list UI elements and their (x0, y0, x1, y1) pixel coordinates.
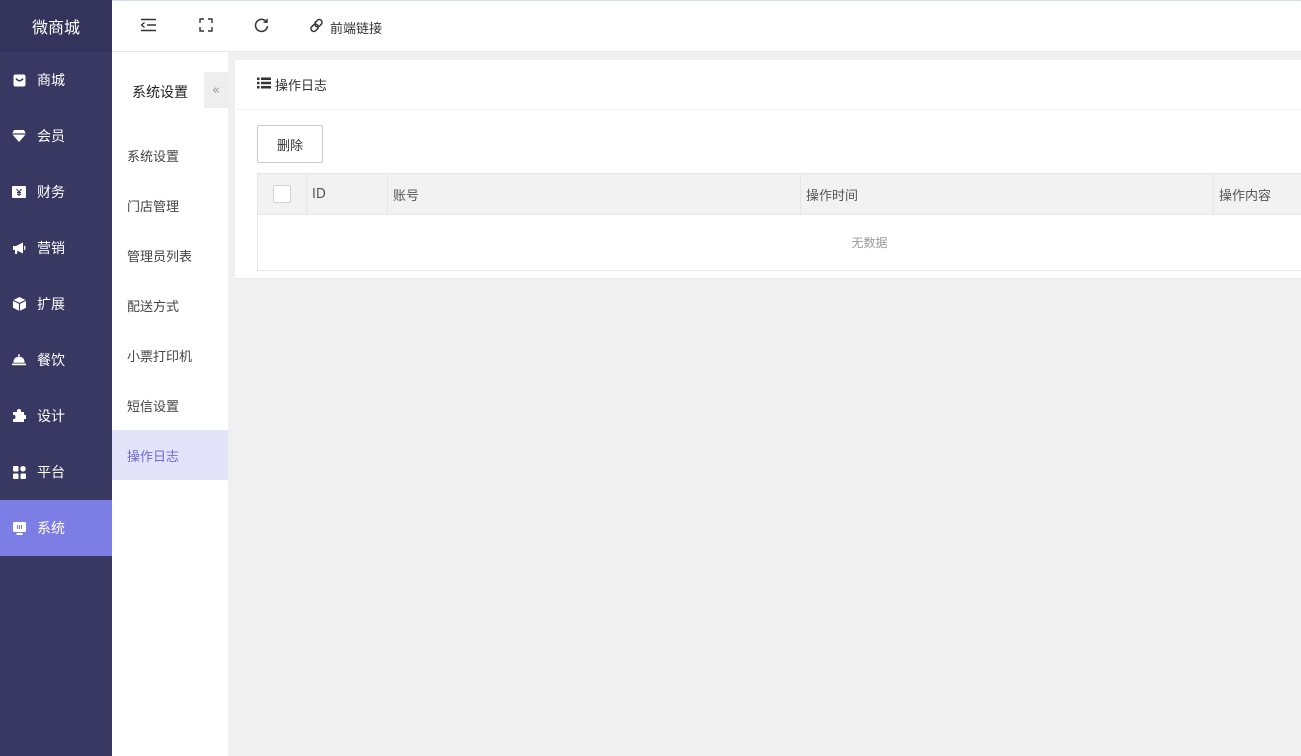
nav-item-finance[interactable]: 财务 (0, 164, 112, 220)
subnav-item-store-management[interactable]: 门店管理 (112, 180, 228, 230)
nav-item-member[interactable]: 会员 (0, 108, 112, 164)
subnav-list: 系统设置 门店管理 管理员列表 配送方式 小票打印机 短信设置 操作日志 (112, 130, 228, 480)
subnav-item-delivery[interactable]: 配送方式 (112, 280, 228, 330)
empty-state-text: 无数据 (851, 236, 888, 250)
column-header-time[interactable]: 操作时间 (801, 174, 1214, 214)
indent-icon (140, 18, 157, 36)
cloche-icon (12, 353, 26, 367)
subnav-item-system-settings[interactable]: 系统设置 (112, 130, 228, 180)
top-toolbar: 前端链接 (112, 0, 1301, 52)
toggle-sidebar-button[interactable] (140, 1, 157, 53)
system-icon (12, 521, 26, 535)
cube-icon (12, 297, 26, 311)
nav-item-design[interactable]: 设计 (0, 388, 112, 444)
nav-item-marketing[interactable]: 营销 (0, 220, 112, 276)
nav-item-platform[interactable]: 平台 (0, 444, 112, 500)
nav-item-label: 扩展 (37, 297, 65, 313)
nav-item-label: 平台 (37, 465, 65, 481)
gem-icon (12, 129, 26, 143)
delete-button[interactable]: 删除 (257, 125, 323, 163)
refresh-icon (254, 18, 269, 37)
grid-icon (12, 465, 26, 479)
nav-item-dining[interactable]: 餐饮 (0, 332, 112, 388)
nav-item-label: 会员 (37, 129, 65, 145)
panel-title: 操作日志 (275, 79, 328, 94)
nav-item-label: 商城 (37, 73, 65, 89)
collapse-subnav-button[interactable]: « (204, 72, 228, 108)
frontend-link-button[interactable]: 前端链接 (309, 1, 382, 53)
nav-item-label: 餐饮 (37, 353, 65, 369)
sub-sidebar: 系统设置 « 系统设置 门店管理 管理员列表 配送方式 小票打印机 短信设置 操… (112, 52, 228, 756)
panel-header: 操作日志 (235, 60, 1301, 110)
main-sidebar: 微商城 商城 会员 财务 营销 扩展 餐饮 设计 平台 系统 (0, 0, 112, 756)
nav-item-label: 财务 (37, 185, 65, 201)
subnav-item-admin-list[interactable]: 管理员列表 (112, 230, 228, 280)
column-header-content[interactable]: 操作内容 (1214, 174, 1301, 214)
nav-item-label: 系统 (37, 521, 65, 537)
app-logo[interactable]: 微商城 (0, 0, 112, 52)
refresh-button[interactable] (254, 1, 269, 53)
store-icon (12, 73, 26, 87)
column-header-account[interactable]: 账号 (388, 174, 801, 214)
frontend-link-label: 前端链接 (330, 21, 383, 37)
subnav-item-receipt-printer[interactable]: 小票打印机 (112, 330, 228, 380)
megaphone-icon (12, 241, 26, 255)
nav-item-label: 设计 (37, 409, 65, 425)
select-all-checkbox[interactable] (273, 185, 291, 203)
table-header: ID 账号 操作时间 操作内容 (258, 174, 1301, 215)
nav-item-label: 营销 (37, 241, 65, 257)
fullscreen-button[interactable] (199, 1, 213, 53)
link-icon (309, 18, 324, 37)
nav-item-system[interactable]: 系统 (0, 500, 112, 556)
list-icon (257, 77, 271, 93)
log-table: ID 账号 操作时间 操作内容 无数据 (257, 173, 1301, 271)
money-icon (12, 185, 26, 199)
nav-item-store[interactable]: 商城 (0, 52, 112, 108)
subnav-title: 系统设置 (132, 85, 188, 101)
column-header-id[interactable]: ID (307, 174, 388, 214)
puzzle-icon (12, 409, 26, 423)
subnav-item-sms-settings[interactable]: 短信设置 (112, 380, 228, 430)
double-chevron-left-icon: « (212, 82, 220, 98)
select-all-cell (258, 174, 307, 214)
operation-log-panel: 操作日志 删除 ID 账号 操作时间 操作内容 无数据 (235, 60, 1301, 279)
nav-item-extension[interactable]: 扩展 (0, 276, 112, 332)
fullscreen-icon (199, 18, 213, 36)
subnav-item-operation-log[interactable]: 操作日志 (112, 430, 228, 480)
